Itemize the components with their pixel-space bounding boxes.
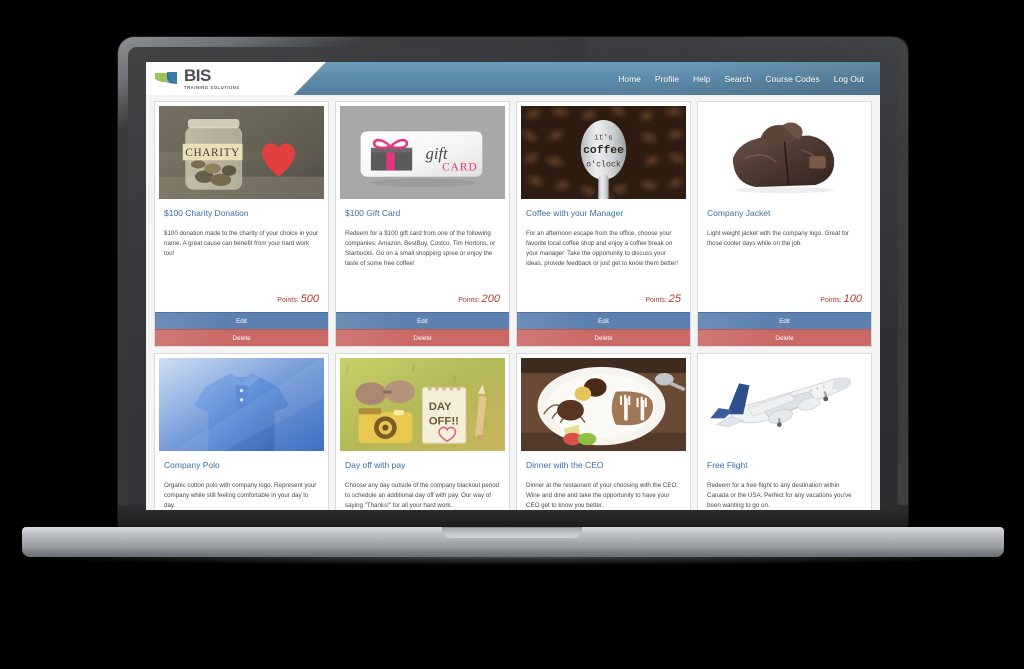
- reward-card[interactable]: Company Jacket Light weight jacket with …: [697, 101, 872, 347]
- points-label: Points:: [277, 297, 299, 304]
- laptop-lid-notch: [442, 527, 582, 538]
- card-description: Light weight jacket with the company log…: [707, 230, 850, 248]
- card-title[interactable]: Company Polo: [155, 451, 328, 470]
- nav-profile[interactable]: Profile: [655, 74, 679, 84]
- laptop-base-edge: [22, 549, 1004, 557]
- reward-card[interactable]: DAY OFF!! Day off with pay Choose any da…: [335, 353, 510, 510]
- card-points: Points: 200: [336, 293, 509, 312]
- airplane-image: [702, 358, 867, 451]
- charity-jar-with-heart-image: CHARITY: [159, 106, 324, 199]
- card-points: Points: 100: [698, 293, 871, 312]
- card-description: Choose any day outside of the company bl…: [345, 482, 500, 510]
- card-title[interactable]: $100 Charity Donation: [155, 199, 328, 218]
- delete-button[interactable]: Delete: [517, 329, 690, 346]
- card-description: Dinner at the restaurant of your choosin…: [526, 482, 679, 510]
- points-label: Points:: [458, 297, 480, 304]
- card-actions: Edit Delete: [336, 312, 509, 346]
- reward-card[interactable]: Free Flight Redeem for a free flight to …: [697, 353, 872, 510]
- card-description: Redeem for a free flight to any destinat…: [707, 482, 852, 510]
- dayoff-line1-text: DAY: [429, 401, 452, 413]
- site-logo[interactable]: BIS TRAINING SOLUTIONS: [146, 62, 326, 95]
- delete-button[interactable]: Delete: [698, 329, 871, 346]
- edit-button[interactable]: Edit: [155, 312, 328, 329]
- coffee-line3-text: o'clock: [586, 159, 621, 169]
- gift-word-text: gift: [426, 144, 448, 163]
- logo-wordmark: BIS: [184, 66, 211, 86]
- points-value: 25: [668, 293, 681, 305]
- edit-button[interactable]: Edit: [336, 312, 509, 329]
- logo-tagline: TRAINING SOLUTIONS: [184, 84, 240, 90]
- card-title[interactable]: Free Flight: [698, 451, 871, 470]
- laptop-shadow: [0, 557, 1024, 565]
- card-description: Organic cotton polo with company logo. R…: [164, 482, 317, 510]
- blue-polo-shirt-image: [159, 358, 324, 451]
- card-description: For an afternoon escape from the office,…: [526, 230, 679, 268]
- card-title[interactable]: Day off with pay: [336, 451, 509, 470]
- edit-button[interactable]: Edit: [698, 312, 871, 329]
- card-title[interactable]: Company Jacket: [698, 199, 871, 218]
- bis-logo-icon: [155, 71, 177, 84]
- day-off-notepad-image: DAY OFF!!: [340, 358, 505, 451]
- card-title[interactable]: Coffee with your Manager: [517, 199, 690, 218]
- coffee-line1-text: it's: [594, 135, 613, 143]
- charity-label-text: CHARITY: [185, 147, 240, 159]
- nav-log-out[interactable]: Log Out: [834, 74, 864, 84]
- card-points: Points: 25: [517, 293, 690, 312]
- dayoff-line2-text: OFF!!: [429, 416, 459, 428]
- nav-search[interactable]: Search: [724, 74, 751, 84]
- browser-screen: BIS TRAINING SOLUTIONS Home Profile Help…: [146, 62, 880, 510]
- card-title[interactable]: Dinner with the CEO: [517, 451, 690, 470]
- site-header: BIS TRAINING SOLUTIONS Home Profile Help…: [146, 62, 880, 95]
- points-label: Points:: [645, 297, 667, 304]
- card-points: Points: 500: [155, 293, 328, 312]
- points-value: 100: [843, 293, 862, 305]
- reward-card[interactable]: Dinner with the CEO Dinner at the restau…: [516, 353, 691, 510]
- edit-button[interactable]: Edit: [517, 312, 690, 329]
- rewards-card-grid: CHARITY $100 Charity Donation $100 donat…: [154, 101, 872, 510]
- points-value: 200: [481, 293, 500, 305]
- points-value: 500: [300, 293, 319, 305]
- coffee-beans-spoon-image: it's coffee o'clock: [521, 106, 686, 199]
- brown-jacket-image: [702, 106, 867, 199]
- dessert-plate-image: [521, 358, 686, 451]
- points-label: Points:: [820, 297, 842, 304]
- card-actions: Edit Delete: [517, 312, 690, 346]
- nav-help[interactable]: Help: [693, 74, 710, 84]
- reward-card[interactable]: CHARITY $100 Charity Donation $100 donat…: [154, 101, 329, 347]
- nav-course-codes[interactable]: Course Codes: [765, 74, 819, 84]
- gift-card-image: gift CARD: [340, 106, 505, 199]
- nav-home[interactable]: Home: [618, 74, 641, 84]
- reward-card[interactable]: gift CARD $100 Gift Card Redeem for a $1…: [335, 101, 510, 347]
- coffee-line2-text: coffee: [583, 145, 624, 157]
- card-word-text: CARD: [442, 162, 478, 174]
- delete-button[interactable]: Delete: [336, 329, 509, 346]
- reward-card[interactable]: it's coffee o'clock Coffee with your Man…: [516, 101, 691, 347]
- card-description: Redeem for a $100 gift card from one of …: [345, 230, 496, 268]
- reward-card[interactable]: Company Polo Organic cotton polo with co…: [154, 353, 329, 510]
- delete-button[interactable]: Delete: [155, 329, 328, 346]
- main-navigation: Home Profile Help Search Course Codes Lo…: [618, 74, 880, 84]
- card-actions: Edit Delete: [155, 312, 328, 346]
- card-actions: Edit Delete: [698, 312, 871, 346]
- rewards-page-body: CHARITY $100 Charity Donation $100 donat…: [146, 95, 880, 510]
- card-description: $100 donation made to the charity of you…: [164, 230, 319, 258]
- card-title[interactable]: $100 Gift Card: [336, 199, 509, 218]
- laptop-mockup: BIS TRAINING SOLUTIONS Home Profile Help…: [0, 0, 1024, 669]
